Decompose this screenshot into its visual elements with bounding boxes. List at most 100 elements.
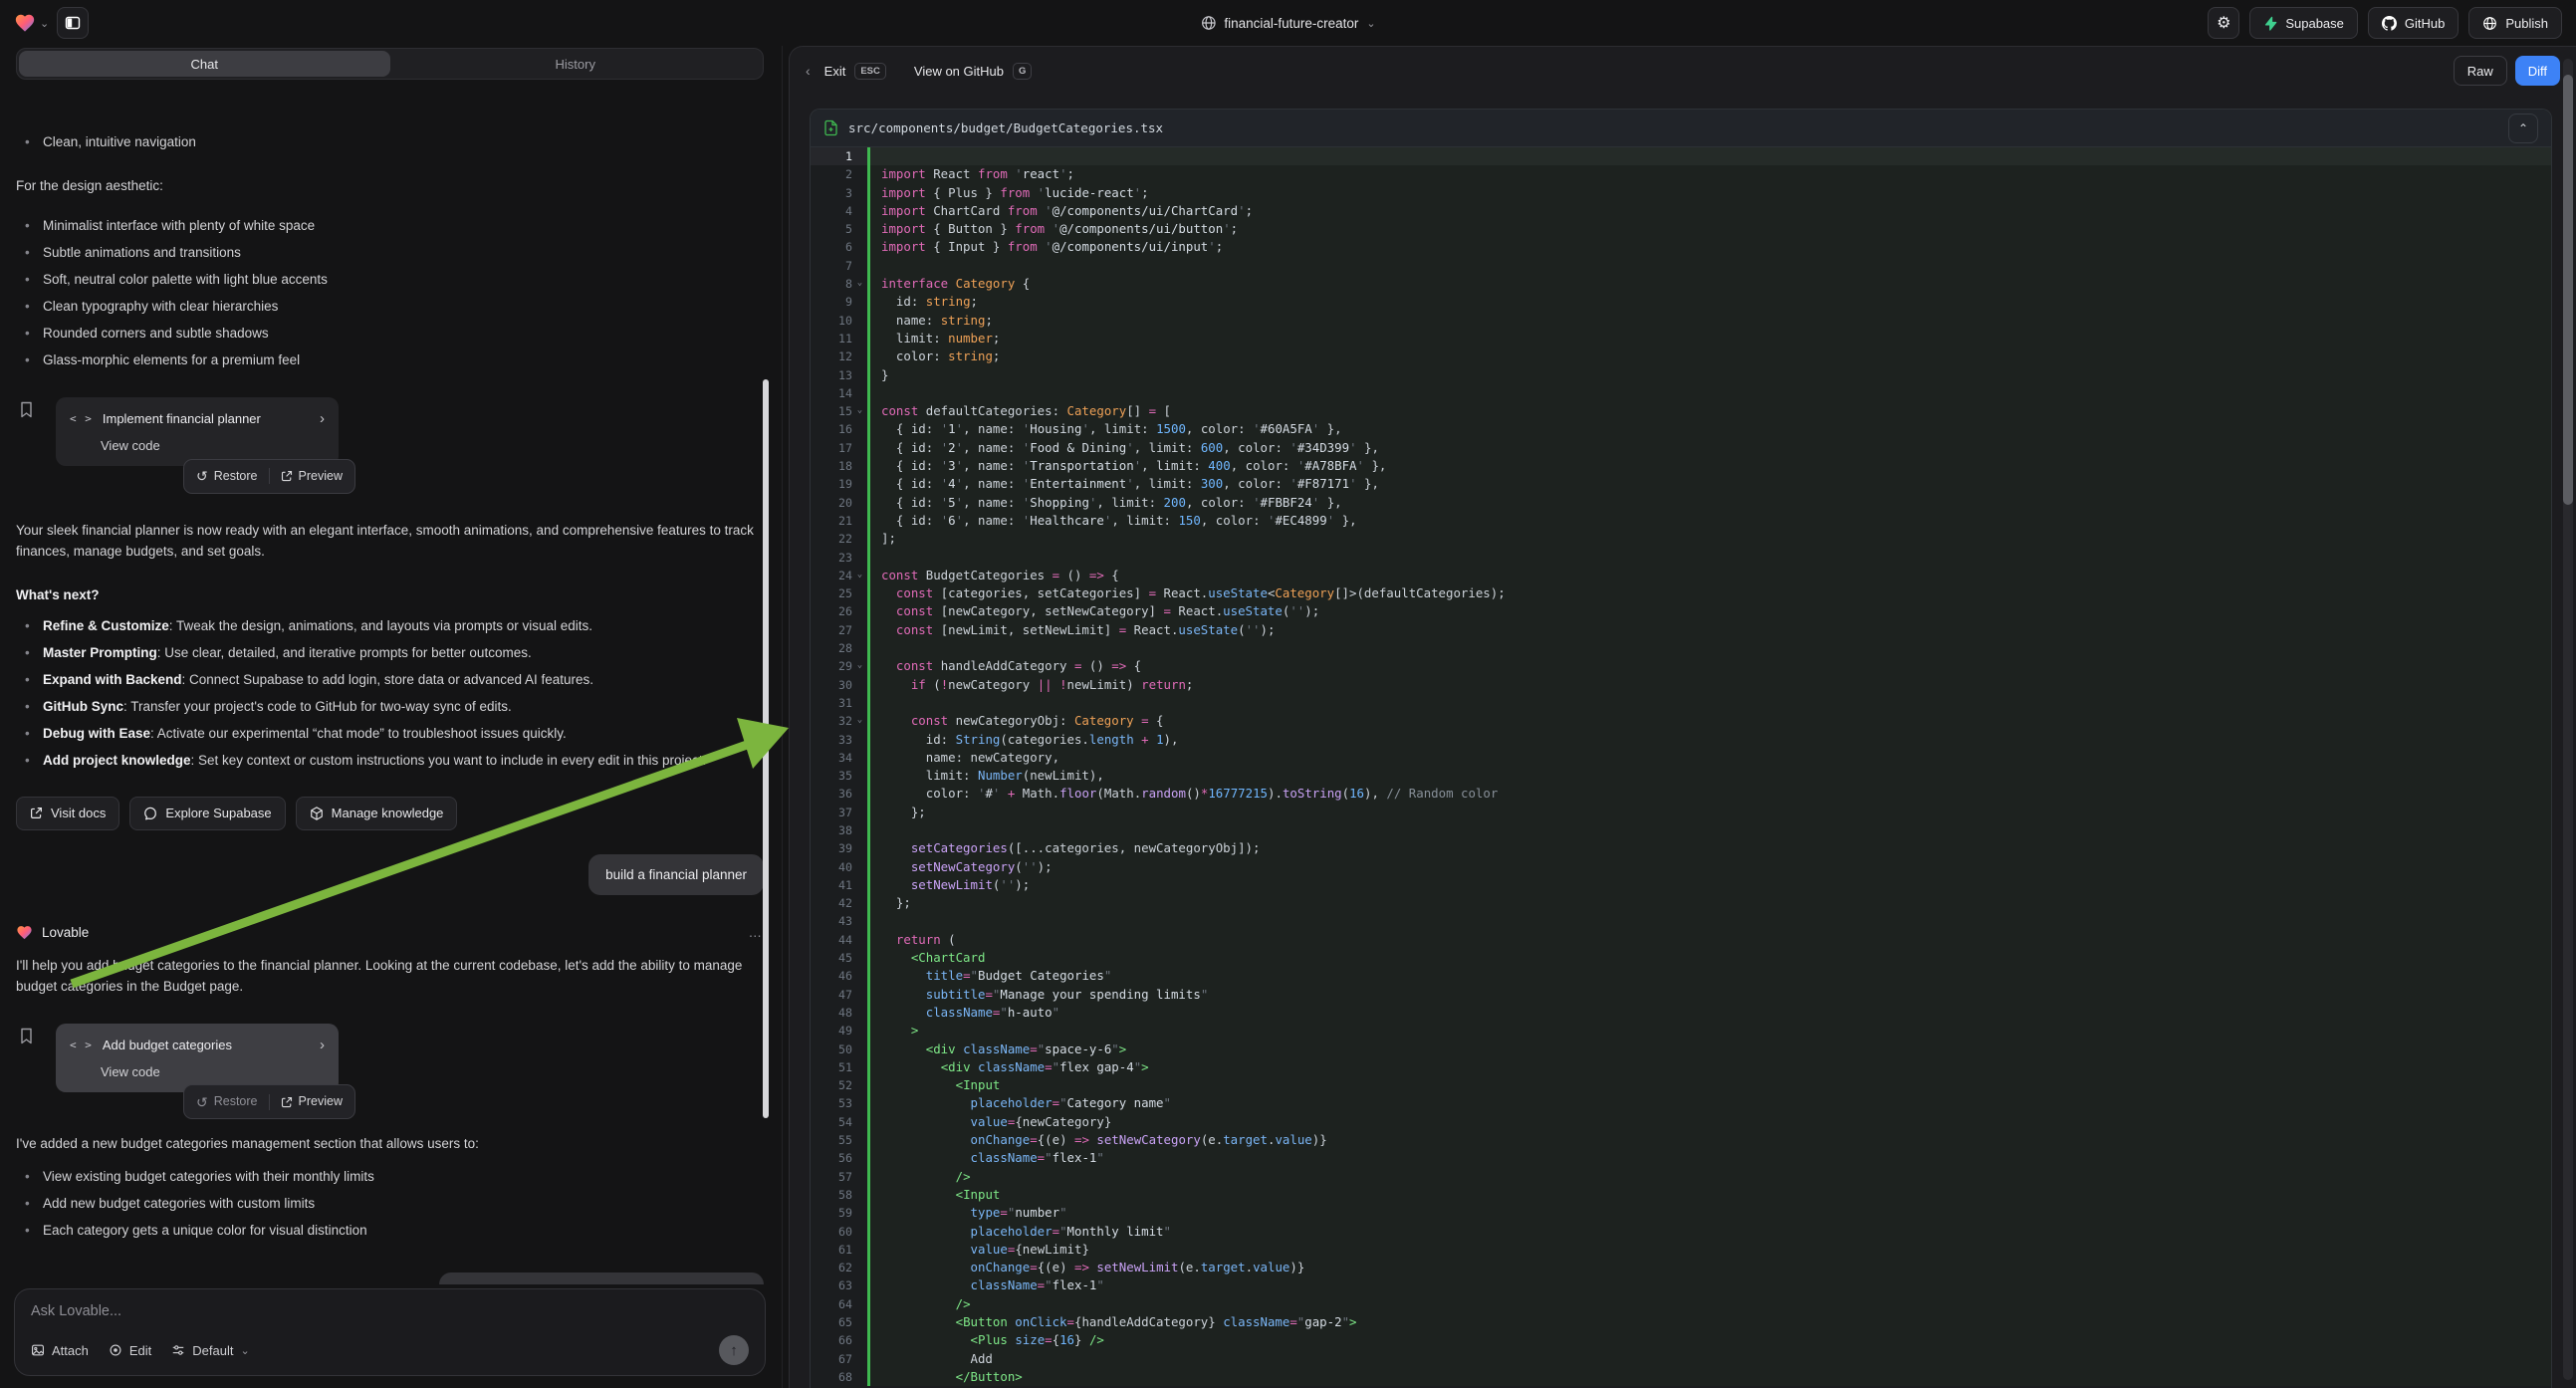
attach-button[interactable]: Attach — [31, 1343, 89, 1358]
code-line: 21 { id: '6', name: 'Healthcare', limit:… — [811, 512, 2551, 530]
code-text: } — [870, 366, 2551, 384]
publish-button[interactable]: Publish — [2468, 7, 2562, 39]
fold-spacer — [852, 584, 867, 602]
fold-spacer — [852, 1076, 867, 1094]
visit-docs-button[interactable]: Visit docs — [16, 797, 119, 830]
chat-scrollbar[interactable] — [763, 379, 769, 1118]
chat-history-tabs: Chat History — [16, 48, 764, 80]
code-text: <Plus size={16} /> — [870, 1331, 2551, 1349]
code-line: 44 return ( — [811, 931, 2551, 949]
code-text: const [categories, setCategories] = Reac… — [870, 584, 2551, 602]
view-code-link[interactable]: View code — [101, 435, 325, 456]
lovable-logo-menu[interactable]: ⌄ — [14, 12, 49, 34]
preview-button[interactable]: Preview — [281, 466, 343, 487]
code-text — [870, 257, 2551, 275]
bookmark-icon[interactable] — [19, 401, 34, 418]
fold-chevron-icon[interactable]: ⌄ — [852, 657, 867, 675]
fold-spacer — [852, 1350, 867, 1368]
line-number: 56 — [811, 1149, 852, 1167]
line-number: 55 — [811, 1131, 852, 1149]
fold-spacer — [852, 1223, 867, 1241]
view-on-github-button[interactable]: View on GitHub G — [914, 63, 1032, 80]
code-scrollbar-track[interactable] — [2563, 59, 2573, 1380]
line-number: 5 — [811, 220, 852, 238]
line-number: 10 — [811, 312, 852, 330]
fold-spacer — [852, 1295, 867, 1313]
github-button[interactable]: GitHub — [2368, 7, 2459, 39]
edit-button[interactable]: Edit — [109, 1343, 151, 1358]
lovable-heart-icon — [16, 924, 33, 941]
line-number: 40 — [811, 858, 852, 876]
chevron-right-icon: › — [320, 408, 325, 429]
fold-spacer — [852, 1241, 867, 1259]
line-number: 12 — [811, 347, 852, 365]
line-number: 32 — [811, 712, 852, 730]
collapse-file-button[interactable]: ⌃ — [2508, 114, 2538, 143]
mode-selector[interactable]: Default ⌄ — [171, 1343, 249, 1358]
explore-supabase-button[interactable]: Explore Supabase — [129, 797, 285, 830]
project-selector[interactable]: financial-future-creator ⌄ — [1200, 0, 1375, 46]
code-line: 31 — [811, 694, 2551, 712]
next-step-text: : Set key context or custom instructions… — [191, 753, 707, 768]
fold-spacer — [852, 1313, 867, 1331]
version-card-add-budget-categories[interactable]: < > Add budget categories › View code — [56, 1024, 339, 1092]
design-heading: For the design aesthetic: — [16, 175, 764, 196]
code-line: 35 limit: Number(newLimit), — [811, 767, 2551, 785]
chat-input-box[interactable]: Ask Lovable... Attach Edit Default ⌄ ↑ — [14, 1288, 766, 1376]
mode-label: Default — [192, 1343, 233, 1358]
bookmark-icon[interactable] — [19, 1028, 34, 1044]
fold-spacer — [852, 439, 867, 457]
manage-knowledge-button[interactable]: Manage knowledge — [296, 797, 458, 830]
restore-button[interactable]: ↺Restore — [196, 1091, 258, 1112]
file-diff-card: src/components/budget/BudgetCategories.t… — [810, 109, 2552, 1388]
line-number: 66 — [811, 1331, 852, 1349]
sidebar-toggle-button[interactable] — [57, 7, 89, 39]
version-card-implement-financial-planner[interactable]: < > Implement financial planner › View c… — [56, 397, 339, 466]
added-bullets: View existing budget categories with the… — [16, 1166, 764, 1241]
fold-spacer — [852, 147, 867, 165]
line-number: 37 — [811, 804, 852, 821]
fold-chevron-icon[interactable]: ⌄ — [852, 567, 867, 584]
line-number: 14 — [811, 384, 852, 402]
code-line: 8⌄interface Category { — [811, 275, 2551, 293]
preview-button[interactable]: Preview — [281, 1091, 343, 1112]
line-number: 21 — [811, 512, 852, 530]
code-scrollbar-thumb[interactable] — [2563, 75, 2573, 505]
code-line: 34 name: newCategory, — [811, 749, 2551, 767]
restore-button[interactable]: ↺Restore — [196, 466, 258, 487]
send-button[interactable]: ↑ — [719, 1335, 749, 1365]
line-number: 64 — [811, 1295, 852, 1313]
code-text: ]; — [870, 530, 2551, 548]
quick-actions: Visit docs Explore Supabase Manage knowl… — [16, 797, 764, 830]
chat-input-placeholder[interactable]: Ask Lovable... — [31, 1303, 749, 1319]
code-text: setNewCategory(''); — [870, 858, 2551, 876]
supabase-button[interactable]: Supabase — [2249, 7, 2358, 39]
code-line: 14 — [811, 384, 2551, 402]
tab-history[interactable]: History — [390, 51, 762, 77]
fold-chevron-icon[interactable]: ⌄ — [852, 275, 867, 293]
line-number: 49 — [811, 1022, 852, 1040]
fold-chevron-icon[interactable]: ⌄ — [852, 402, 867, 420]
settings-button[interactable]: ⚙ — [2208, 7, 2239, 39]
code-text — [870, 639, 2551, 657]
code-line: 16 { id: '1', name: 'Housing', limit: 15… — [811, 420, 2551, 438]
restore-icon: ↺ — [196, 1095, 208, 1109]
fold-chevron-icon[interactable]: ⌄ — [852, 712, 867, 730]
code-line: 19 { id: '4', name: 'Entertainment', lim… — [811, 475, 2551, 493]
globe-icon — [2482, 16, 2497, 31]
restore-icon: ↺ — [196, 469, 208, 483]
message-menu-button[interactable]: … — [749, 922, 765, 943]
diff-button[interactable]: Diff — [2515, 56, 2560, 86]
assistant-paragraph: Your sleek financial planner is now read… — [16, 520, 764, 562]
target-icon — [109, 1343, 122, 1357]
panel-layout-icon — [65, 15, 81, 31]
raw-button[interactable]: Raw — [2454, 56, 2507, 86]
file-header[interactable]: src/components/budget/BudgetCategories.t… — [811, 110, 2551, 147]
tab-chat[interactable]: Chat — [19, 51, 390, 77]
code-text — [870, 384, 2551, 402]
version-actions-pill: ↺Restore Preview — [183, 459, 355, 494]
code-text: type="number" — [870, 1204, 2551, 1222]
view-code-link[interactable]: View code — [101, 1061, 325, 1082]
exit-button[interactable]: Exit ESC — [824, 63, 886, 80]
line-number: 17 — [811, 439, 852, 457]
